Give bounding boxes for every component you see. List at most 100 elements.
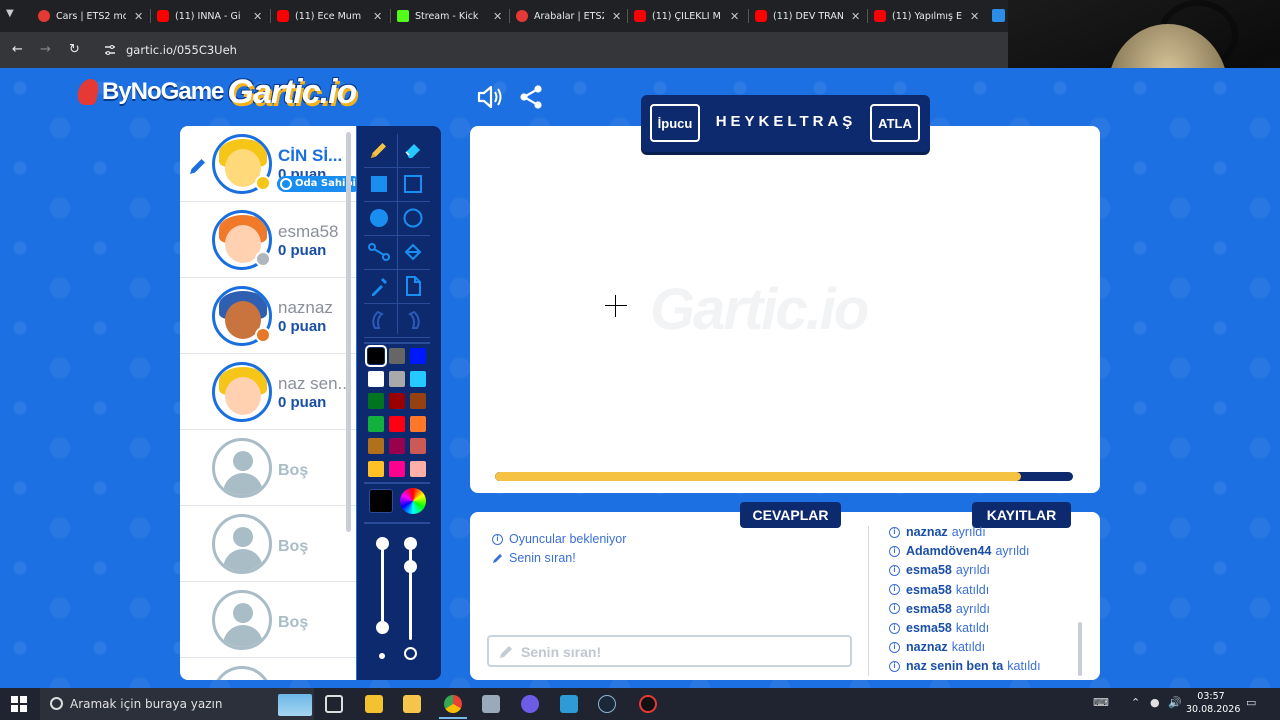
- tab-close-icon[interactable]: ✕: [373, 10, 382, 23]
- task-view-icon[interactable]: [325, 695, 343, 713]
- microphone-icon[interactable]: ●: [1150, 696, 1160, 709]
- current-color-swatch[interactable]: [369, 489, 393, 513]
- opacity-top-knob[interactable]: [404, 537, 417, 550]
- color-swatch[interactable]: [368, 438, 384, 454]
- color-picker-wheel[interactable]: [400, 488, 426, 514]
- player-row[interactable]: CİN Sİ... 0 puan Oda Sahibi: [180, 126, 356, 202]
- circle-outline-tool[interactable]: [399, 204, 427, 232]
- reload-icon[interactable]: ↻: [69, 42, 80, 57]
- color-swatch[interactable]: [389, 415, 405, 432]
- taskbar-search[interactable]: Aramak için buraya yazın: [40, 688, 314, 720]
- color-swatch[interactable]: [368, 393, 384, 409]
- answer-input[interactable]: [521, 642, 841, 662]
- app-blue-icon[interactable]: [560, 695, 578, 713]
- tab-close-icon[interactable]: ✕: [493, 10, 502, 23]
- volume-icon[interactable]: 🔊: [1168, 696, 1182, 709]
- browser-tab[interactable]: Arabalar | ETS2 ✕: [516, 4, 621, 28]
- color-swatch[interactable]: [410, 438, 426, 454]
- color-swatch[interactable]: [389, 460, 405, 477]
- browser-tab[interactable]: Cars | ETS2 mo ✕: [38, 4, 143, 28]
- notifications-icon[interactable]: ▭: [1246, 696, 1256, 709]
- new-page-tool[interactable]: [399, 272, 427, 300]
- redo-tool[interactable]: [399, 306, 427, 334]
- tab-close-icon[interactable]: ✕: [970, 10, 979, 23]
- tab-close-icon[interactable]: ✕: [851, 10, 860, 23]
- windows-start-icon[interactable]: [11, 696, 27, 712]
- redo-icon: [408, 310, 420, 329]
- opacity-knob[interactable]: [404, 560, 417, 573]
- player-name: esma58: [278, 222, 339, 241]
- player-list-scrollbar[interactable]: [346, 132, 351, 532]
- color-swatch[interactable]: [368, 415, 384, 432]
- log-scrollbar[interactable]: [1078, 622, 1082, 676]
- tab-close-icon[interactable]: ✕: [253, 10, 262, 23]
- eraser-tool[interactable]: [399, 136, 427, 164]
- keyboard-icon[interactable]: ⌨: [1093, 696, 1109, 709]
- color-swatch[interactable]: [410, 460, 426, 477]
- color-swatch[interactable]: [368, 460, 384, 477]
- chrome-icon[interactable]: [444, 695, 462, 713]
- app-r-icon[interactable]: [365, 695, 383, 713]
- tab-close-icon[interactable]: ✕: [134, 10, 143, 23]
- rectangle-outline-tool[interactable]: [399, 170, 427, 198]
- log-entry: i esma58 katıldı: [889, 621, 989, 635]
- line-tool[interactable]: [365, 238, 393, 266]
- app-red-icon[interactable]: [639, 695, 657, 713]
- browser-tab[interactable]: Stream - Kick ✕: [397, 4, 502, 28]
- browser-tab[interactable]: (11) Ece Mum ✕: [277, 4, 382, 28]
- app-purple-icon[interactable]: [521, 695, 539, 713]
- brush-size-top-knob[interactable]: [376, 537, 389, 550]
- brush-size-track[interactable]: [381, 548, 384, 628]
- eyedropper-tool[interactable]: [365, 272, 393, 300]
- browser-tab[interactable]: (11) ÇİLEKLİ M ✕: [634, 4, 739, 28]
- sound-icon[interactable]: [476, 84, 502, 110]
- back-icon[interactable]: ←: [12, 42, 23, 57]
- log-action: ayrıldı: [955, 563, 990, 578]
- browser-tab[interactable]: (11) INNA - Gi ✕: [157, 4, 262, 28]
- forward-icon[interactable]: →: [40, 42, 51, 57]
- brush-size-knob[interactable]: [376, 621, 389, 634]
- player-row[interactable]: naz sen... 0 puan: [180, 354, 356, 430]
- truck-game-icon[interactable]: [482, 695, 500, 713]
- gartic-tab-icon[interactable]: [992, 9, 1005, 22]
- tab-close-icon[interactable]: ✕: [730, 10, 739, 23]
- color-swatch[interactable]: [410, 393, 426, 409]
- pencil-tool[interactable]: [365, 136, 393, 164]
- color-swatch[interactable]: [389, 438, 405, 454]
- player-row[interactable]: naznaz 0 puan: [180, 278, 356, 354]
- file-explorer-icon[interactable]: [403, 695, 421, 713]
- player-row[interactable]: esma58 0 puan: [180, 202, 356, 278]
- browser-tab[interactable]: (11) Yapılmış E ✕: [874, 4, 979, 28]
- fill-bucket-tool[interactable]: [399, 238, 427, 266]
- color-swatch[interactable]: [410, 370, 426, 387]
- rectangle-fill-tool[interactable]: [365, 170, 393, 198]
- url-text[interactable]: gartic.io/055C3Ueh: [126, 43, 237, 57]
- info-icon: i: [889, 584, 900, 596]
- browser-tab[interactable]: (11) DEV TRAN ✕: [755, 4, 860, 28]
- color-swatch[interactable]: [365, 345, 387, 367]
- undo-tool[interactable]: [365, 306, 393, 334]
- tab-close-icon[interactable]: ✕: [612, 10, 621, 23]
- color-swatch[interactable]: [410, 415, 426, 432]
- tab-list-icon[interactable]: ▼: [6, 8, 14, 19]
- site-settings-icon[interactable]: [104, 44, 116, 56]
- color-swatch[interactable]: [410, 348, 426, 364]
- ets-icon: [38, 10, 50, 22]
- logs-title: KAYITLAR: [972, 502, 1071, 528]
- site-logo[interactable]: ByNoGame Gartic.io: [75, 72, 357, 112]
- taskbar-clock[interactable]: 03:57 30.08.2026: [1186, 690, 1240, 716]
- color-swatch[interactable]: [389, 370, 405, 387]
- color-swatch[interactable]: [389, 393, 405, 409]
- user-placeholder-body: [223, 549, 263, 571]
- color-swatch[interactable]: [389, 348, 405, 364]
- tray-chevron-icon[interactable]: ⌃: [1131, 696, 1140, 709]
- answer-input-box[interactable]: [487, 635, 852, 667]
- circle-fill-tool[interactable]: [365, 204, 393, 232]
- steam-icon[interactable]: [598, 695, 616, 713]
- hint-button[interactable]: İpucu: [650, 104, 700, 142]
- eyedropper-icon: [372, 278, 387, 296]
- skip-button[interactable]: ATLA: [870, 104, 920, 142]
- share-icon[interactable]: [518, 84, 544, 110]
- log-action: ayrıldı: [951, 526, 986, 539]
- color-swatch[interactable]: [368, 370, 384, 387]
